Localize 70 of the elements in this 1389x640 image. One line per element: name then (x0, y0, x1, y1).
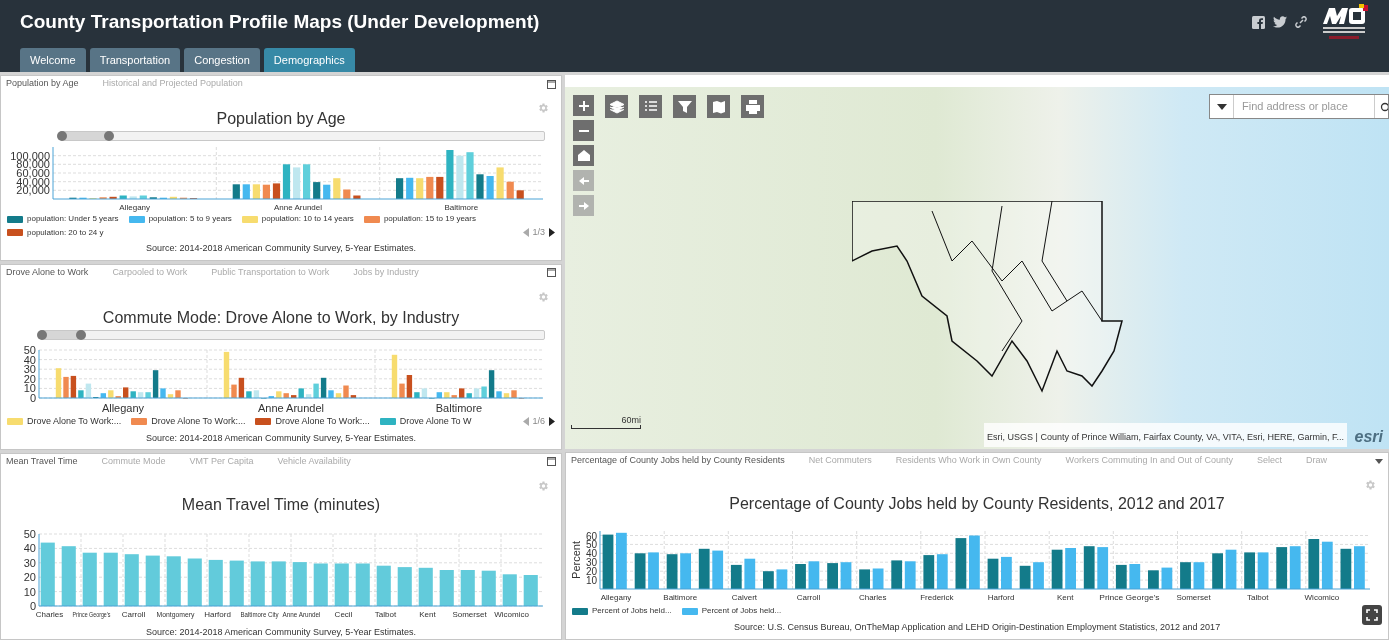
legend-label: Percent of Jobs held... (592, 605, 672, 617)
axis-label: 0 (29, 599, 36, 612)
source-note: Source: U.S. Census Bureau, OnTheMap Application and LEHD Origin-Destination Employment Statistics, 2012 and 2017 (733, 621, 1221, 634)
axis-label: Kent (1057, 593, 1074, 602)
legend-label: population: 20 to 24 y (27, 226, 104, 239)
axis-label: Frederick (920, 593, 954, 602)
axis-label: Anne Arundel (282, 609, 331, 619)
axis-label: 20 (585, 566, 597, 578)
legend-label: population: 15 to 19 years (383, 213, 476, 225)
axis-label: 10 (585, 575, 597, 587)
axis-label: 50 (23, 343, 36, 356)
axis-label: Calvert (731, 593, 758, 602)
chart-title: Percentage of County Jobs held by County Residents, 2012 and 2017 (729, 495, 1225, 513)
axis-label: 50 (585, 539, 597, 551)
chart-title: Commute Mode: Drove Alone to Work, by Industry (102, 308, 460, 327)
axis-label: Baltimore (435, 401, 483, 414)
axis-label: 40 (23, 541, 36, 554)
legend-label: population: 10 to 14 years (261, 213, 354, 225)
axis-label: Anne Arundel (257, 401, 325, 414)
axis-label: Baltimore (444, 203, 479, 212)
chart-title: Mean Travel Time (minutes) (181, 495, 381, 514)
axis-label: Talbot (374, 609, 397, 619)
axis-label: Wicomico (494, 609, 529, 619)
axis-label: Baltimore (663, 593, 698, 602)
axis-label: Charles (35, 609, 64, 619)
axis-label: Somerset (1176, 593, 1211, 602)
legend-label: population: Under 5 years (27, 213, 119, 225)
axis-label: 40 (585, 548, 597, 560)
axis-label: Anne Arundel (274, 203, 322, 212)
esri-logo: esri (1354, 427, 1383, 447)
axis-label: Montgomery (156, 609, 201, 619)
source-note: Source: 2014-2018 American Community Survey, 5-Year Estimates. (145, 625, 417, 639)
legend-label: Drove Alone To W (399, 415, 472, 428)
legend-label: Drove Alone To Work:... (27, 415, 122, 428)
app-title: County Transportation Profile Maps (Under Development) (20, 9, 541, 34)
legend-label: Drove Alone To Work:... (275, 415, 370, 428)
axis-label: Allegany (600, 593, 632, 602)
axis-label: 50 (23, 527, 36, 540)
axis-label: Talbot (1247, 593, 1269, 602)
axis-label: 40 (23, 353, 36, 366)
axis-label: Charles (858, 593, 887, 602)
map-attribution: Esri, USGS | County of Prince William, Fairfax County, VA, VITA, Esri, HERE, Garmin, F... (987, 432, 1344, 442)
axis-label: Allegany (119, 203, 151, 212)
axis-label: Carroll (796, 593, 821, 602)
scale-label: 60mi (621, 415, 641, 425)
axis-label: 20 (23, 570, 36, 583)
axis-label: 30 (23, 556, 36, 569)
axis-label: Allegany (101, 401, 145, 414)
axis-label: 10 (23, 585, 36, 598)
source-note: Source: 2014-2018 American Community Survey, 5-Year Estimates. (145, 431, 417, 445)
axis-label: Harford (204, 609, 231, 619)
axis-label: 30 (585, 557, 597, 569)
axis-label: Kent (419, 609, 436, 619)
axis-label: 20 (23, 372, 36, 385)
legend-label: population: 5 to 9 years (148, 213, 232, 225)
page-indicator: 1/6 (532, 415, 545, 428)
page-indicator: 1/3 (532, 226, 545, 239)
axis-label: Prince George's (1099, 593, 1157, 602)
axis-title: Percent (570, 541, 582, 579)
axis-label: Carroll (121, 609, 146, 619)
chart-title: Population by Age (216, 110, 346, 128)
axis-label: Wicomico (1304, 593, 1340, 602)
axis-label: 60 (585, 530, 597, 542)
legend-label: Drove Alone To Work:... (151, 415, 246, 428)
legend-label: Percent of Jobs held... (701, 605, 782, 617)
source-note: Source: 2014-2018 American Community Survey, 5-Year Estimates. (145, 241, 417, 255)
axis-label: Cecil (334, 609, 353, 619)
axis-label: 100,000 (10, 149, 50, 162)
axis-label: Somerset (452, 609, 487, 619)
axis-label: Harford (987, 593, 1015, 602)
